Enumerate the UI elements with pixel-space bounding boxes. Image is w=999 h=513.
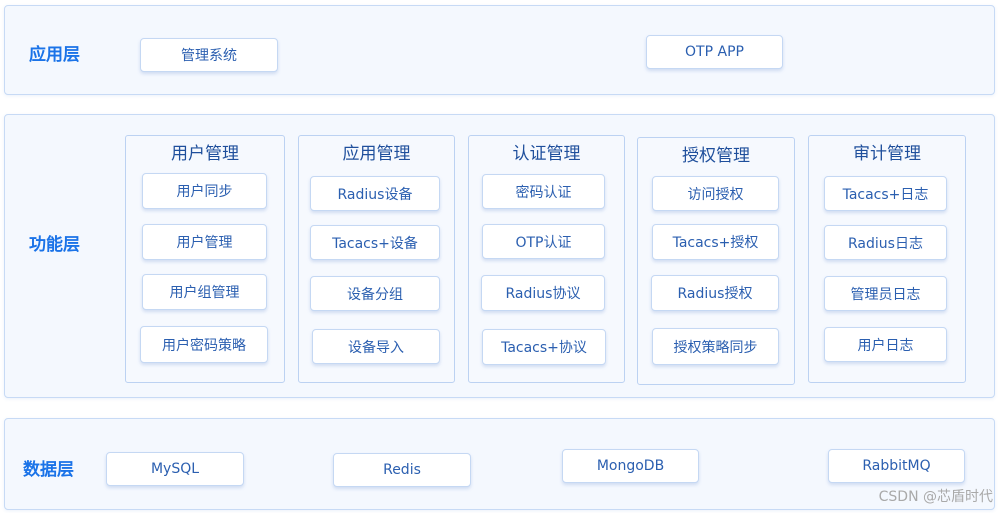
module-title: 认证管理 xyxy=(512,144,581,164)
module-title: 审计管理 xyxy=(853,144,921,164)
module-authentication-management: 认证管理 密码认证 OTP认证 Radius协议 Tacacs+协议 xyxy=(468,135,625,383)
module-item: 用户同步 xyxy=(142,173,267,209)
module-item: Radius授权 xyxy=(651,275,779,311)
module-item: 用户密码策略 xyxy=(140,326,268,363)
module-item: 授权策略同步 xyxy=(652,328,779,365)
data-item-mysql: MySQL xyxy=(106,452,244,486)
module-item: OTP认证 xyxy=(482,224,605,259)
data-layer-label: 数据层 xyxy=(23,460,74,480)
function-layer: 功能层 用户管理 用户同步 用户管理 用户组管理 用户密码策略 应用管理 Rad… xyxy=(4,114,995,398)
module-item: Radius协议 xyxy=(481,275,605,311)
module-item: Tacacs+设备 xyxy=(310,225,440,260)
module-user-management: 用户管理 用户同步 用户管理 用户组管理 用户密码策略 xyxy=(125,135,285,383)
module-item: 用户管理 xyxy=(142,224,267,260)
module-item: 密码认证 xyxy=(482,174,605,209)
module-item: Radius日志 xyxy=(824,225,947,260)
module-item: Radius设备 xyxy=(310,176,440,211)
module-item: Tacacs+日志 xyxy=(824,176,947,211)
module-item: 用户组管理 xyxy=(142,274,267,310)
data-item-mongodb: MongoDB xyxy=(562,449,699,483)
module-item: 设备导入 xyxy=(312,329,440,364)
module-title: 授权管理 xyxy=(682,146,750,166)
data-item-redis: Redis xyxy=(333,453,471,487)
app-item-management-system: 管理系统 xyxy=(140,38,278,72)
data-item-rabbitmq: RabbitMQ xyxy=(828,449,965,483)
application-layer: 应用层 管理系统 OTP APP xyxy=(4,5,995,95)
module-title: 用户管理 xyxy=(171,144,239,164)
data-layer: 数据层 MySQL Redis MongoDB RabbitMQ xyxy=(4,418,995,510)
module-item: 用户日志 xyxy=(824,327,947,362)
module-title: 应用管理 xyxy=(342,144,411,164)
module-item: 访问授权 xyxy=(652,176,779,211)
application-layer-label: 应用层 xyxy=(29,45,80,65)
watermark: CSDN @芯盾时代 xyxy=(878,489,993,505)
app-item-otp-app: OTP APP xyxy=(646,35,783,69)
module-item: Tacacs+协议 xyxy=(482,329,606,365)
module-item: 设备分组 xyxy=(310,276,440,311)
module-item: 管理员日志 xyxy=(824,276,947,311)
module-authorization-management: 授权管理 访问授权 Tacacs+授权 Radius授权 授权策略同步 xyxy=(637,137,795,385)
module-item: Tacacs+授权 xyxy=(652,224,779,260)
module-application-management: 应用管理 Radius设备 Tacacs+设备 设备分组 设备导入 xyxy=(298,135,455,383)
module-audit-management: 审计管理 Tacacs+日志 Radius日志 管理员日志 用户日志 xyxy=(808,135,966,383)
function-layer-label: 功能层 xyxy=(29,235,80,255)
